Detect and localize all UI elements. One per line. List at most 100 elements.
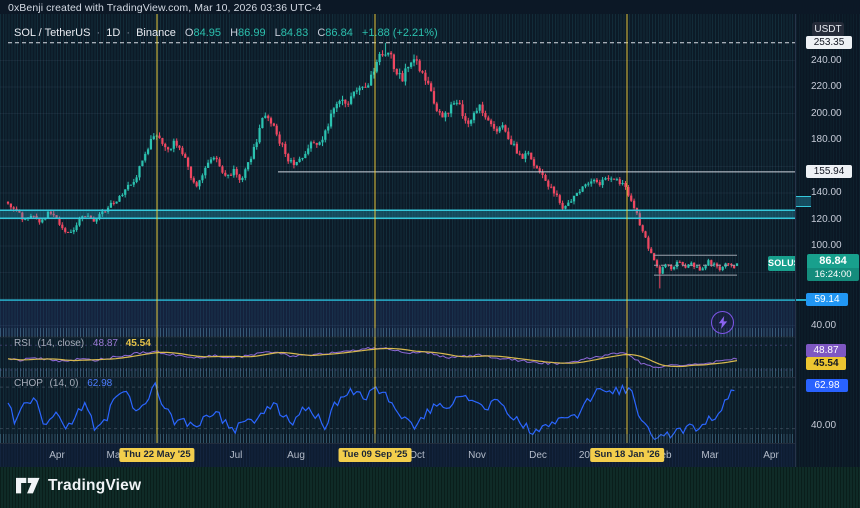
candle-body: [476, 111, 478, 113]
chop-line: [8, 383, 734, 440]
candle-body: [353, 92, 355, 97]
candle-body: [181, 148, 183, 154]
candle-body: [61, 225, 63, 229]
candle-body: [73, 230, 75, 232]
candle-body: [164, 144, 166, 147]
candle-body: [133, 182, 135, 185]
change-value: +1.88 (+2.21%): [362, 27, 438, 39]
candle-body: [173, 141, 175, 149]
footer-bar: TradingView: [0, 467, 860, 508]
ath-price-label: 253.35: [806, 36, 852, 49]
candle-body: [673, 267, 675, 269]
support-band-fill[interactable]: [0, 210, 795, 218]
candle-body: [607, 178, 609, 179]
candle-body: [530, 153, 532, 160]
candle-body: [364, 87, 366, 88]
candle-body: [470, 120, 472, 124]
candle-body: [736, 263, 738, 266]
candle-body: [399, 73, 401, 74]
time-axis-month: Aug: [287, 450, 305, 461]
chart-canvas[interactable]: SOL / TetherUS · 1D · Binance O84.95 H86…: [0, 14, 795, 443]
candle-body: [347, 104, 349, 105]
candle-body: [341, 100, 343, 101]
candle-body: [676, 262, 678, 267]
candle-body: [336, 104, 338, 108]
candle-body: [70, 232, 72, 233]
candle-body: [279, 135, 281, 144]
candle-body: [479, 105, 481, 111]
low-value: 84.83: [281, 27, 309, 39]
candle-body: [141, 161, 143, 167]
candle-body: [13, 207, 15, 209]
quick-trade-button[interactable]: [711, 311, 734, 334]
candle-body: [327, 126, 329, 130]
candle-body: [387, 53, 389, 55]
last-price-label: 86.84 16:24:00: [807, 254, 859, 281]
candle-body: [381, 54, 383, 55]
candle-body: [602, 180, 604, 185]
candle-body: [96, 219, 98, 222]
rsi-legend[interactable]: RSI (14, close) 48.87 45.54: [14, 338, 151, 349]
candle-body: [416, 59, 418, 60]
price-axis[interactable]: USDT 253.35 155.94 86.84 16:24:00 59.14 …: [795, 14, 860, 467]
candle-body: [653, 253, 655, 260]
candle-body: [396, 69, 398, 74]
candle-body: [719, 266, 721, 270]
candle-body: [633, 201, 635, 208]
event-date-label: Thu 22 May '25: [119, 448, 194, 462]
candle-body: [110, 203, 112, 208]
legend-separator: ·: [97, 27, 101, 39]
candle-body: [239, 175, 241, 180]
below-support-tint: [0, 300, 795, 336]
candle-body: [213, 158, 215, 160]
candle-body: [201, 175, 203, 180]
candle-body: [562, 203, 564, 209]
time-axis[interactable]: AprMayJulAugOctNovDec2026FebMarAprThu 22…: [0, 443, 795, 468]
candle-body: [622, 183, 624, 184]
candle-body: [570, 201, 572, 202]
candle-body: [493, 124, 495, 129]
candle-body: [576, 193, 578, 196]
currency-unit-button[interactable]: USDT: [812, 22, 844, 37]
candle-body: [198, 180, 200, 186]
candle-body: [256, 142, 258, 147]
candle-body: [484, 113, 486, 117]
candle-body: [424, 73, 426, 81]
candle-body: [487, 118, 489, 121]
candle-body: [224, 173, 226, 176]
candle-body: [401, 73, 403, 81]
candle-body: [287, 154, 289, 161]
candle-body: [216, 158, 218, 159]
rsi-line: [8, 348, 737, 368]
chop-axis-tick: 40.00: [811, 420, 836, 431]
chop-legend[interactable]: CHOP (14, 0) 62.98: [14, 378, 112, 389]
candle-body: [313, 142, 315, 143]
tradingview-logo[interactable]: TradingView: [16, 477, 141, 495]
candle-body: [230, 175, 232, 176]
candle-body: [393, 55, 395, 70]
candle-body: [127, 185, 129, 190]
candle-body: [473, 113, 475, 120]
candle-body: [121, 195, 123, 196]
candle-body: [647, 238, 649, 249]
candle-body: [462, 104, 464, 116]
candle-body: [196, 182, 198, 186]
candle-body: [441, 113, 443, 118]
candle-body: [319, 142, 321, 145]
candle-body: [253, 147, 255, 159]
candle-body: [310, 142, 312, 148]
candle-body: [507, 132, 509, 140]
bar-countdown: 16:24:00: [807, 268, 859, 281]
candle-body: [547, 181, 549, 187]
candle-body: [427, 81, 429, 84]
rsi-ma-value: 45.54: [126, 338, 151, 349]
candle-body: [456, 103, 458, 104]
candle-body: [7, 202, 9, 204]
candle-body: [513, 144, 515, 145]
attribution-text: 0xBenji created with TradingView.com, Ma…: [8, 2, 322, 14]
symbol-legend[interactable]: SOL / TetherUS · 1D · Binance O84.95 H86…: [14, 27, 438, 39]
candle-body: [158, 136, 160, 139]
candle-body: [624, 183, 626, 187]
price-axis-tick: 100.00: [811, 241, 842, 251]
candle-body: [533, 159, 535, 166]
